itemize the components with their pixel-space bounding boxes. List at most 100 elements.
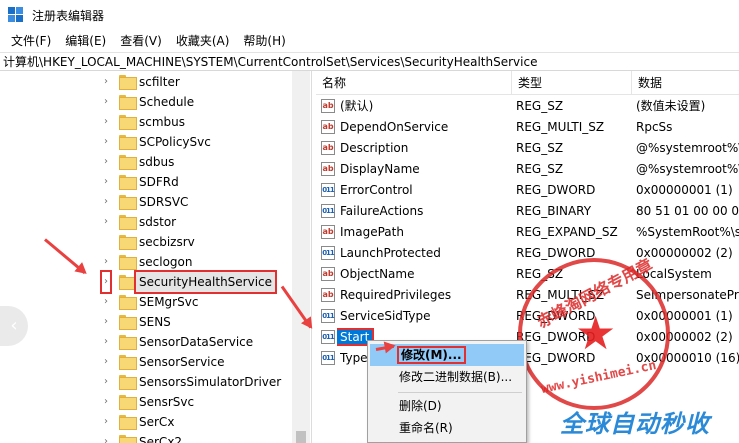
value-name: Type <box>340 351 368 365</box>
ctx-separator <box>398 392 522 393</box>
column-header-data[interactable]: 数据 <box>632 71 739 95</box>
value-type: REG_BINARY <box>516 204 592 218</box>
tree-item[interactable]: › sdbus <box>0 152 292 172</box>
tree-scrollbar-thumb[interactable] <box>296 431 306 443</box>
menu-favorites[interactable]: 收藏夹(A) <box>169 30 237 52</box>
column-header-type[interactable]: 类型 <box>512 71 632 95</box>
string-value-icon: ab <box>321 162 335 176</box>
value-row[interactable]: 011 LaunchProtected REG_DWORD 0x00000002 (2… <box>316 243 739 264</box>
value-name-cell: (默认) <box>340 96 512 117</box>
chevron-right-icon[interactable]: › <box>102 412 110 432</box>
tree-scrollbar[interactable] <box>292 71 310 443</box>
chevron-right-icon[interactable]: › <box>102 332 110 352</box>
tree-item[interactable]: › Schedule <box>0 92 292 112</box>
folder-icon <box>119 75 137 90</box>
menu-view[interactable]: 查看(V) <box>113 30 169 52</box>
ctx-rename[interactable]: 重命名(R) <box>370 417 524 439</box>
column-header-name[interactable]: 名称 <box>316 71 512 95</box>
tree-item[interactable]: › SDFRd <box>0 172 292 192</box>
address-bar[interactable]: 计算机\HKEY_LOCAL_MACHINE\SYSTEM\CurrentCon… <box>0 52 739 71</box>
chevron-right-icon[interactable]: › <box>102 212 110 232</box>
folder-icon <box>119 215 137 230</box>
value-name: ServiceSidType <box>340 309 431 323</box>
chevron-right-icon[interactable]: › <box>102 72 110 92</box>
tree-item-label: SDFRd <box>139 175 179 189</box>
value-row[interactable]: ab (默认) REG_SZ (数值未设置) <box>316 96 739 117</box>
folder-icon <box>119 355 137 370</box>
window-title: 注册表编辑器 <box>32 8 105 23</box>
value-row[interactable]: 011 FailureActions REG_BINARY 80 51 01 00 0… <box>316 201 739 222</box>
value-type: REG_SZ <box>516 141 564 155</box>
tree-item[interactable]: › SerCx2 <box>0 432 292 443</box>
list-header: 名称 类型 数据 <box>316 71 739 95</box>
value-row[interactable]: ab ObjectName REG_SZ LocalSystem <box>316 264 739 285</box>
tree-item[interactable]: › SensorService <box>0 352 292 372</box>
chevron-right-icon[interactable]: › <box>102 292 110 312</box>
value-row[interactable]: 011 ErrorControl REG_DWORD 0x00000001 (1) <box>316 180 739 201</box>
value-row[interactable]: ab DependOnService REG_MULTI_SZ RpcSs <box>316 117 739 138</box>
folder-icon <box>119 135 137 150</box>
chevron-right-icon[interactable]: › <box>102 172 110 192</box>
tree-item[interactable]: › sdstor <box>0 212 292 232</box>
chevron-right-icon[interactable]: › <box>102 432 110 443</box>
tree-item-label: SENS <box>139 315 171 329</box>
value-name-cell: RequiredPrivileges <box>340 285 512 306</box>
tree-item-label: SerCx2 <box>139 435 183 443</box>
chevron-right-icon[interactable]: › <box>102 352 110 372</box>
folder-icon <box>119 315 137 330</box>
stamp-url: www.yishimei.cn <box>539 357 658 398</box>
string-value-icon: ab <box>321 267 335 281</box>
tree-item[interactable]: › scmbus <box>0 112 292 132</box>
chevron-right-icon[interactable]: › <box>102 372 110 392</box>
chevron-right-icon[interactable]: › <box>102 132 110 152</box>
value-name: ImagePath <box>340 225 404 239</box>
folder-icon <box>119 335 137 350</box>
tree-item-label: scmbus <box>139 115 186 129</box>
tree-item[interactable]: › SerCx <box>0 412 292 432</box>
ctx-delete[interactable]: 删除(D) <box>370 395 524 417</box>
tree-item[interactable]: › SCPolicySvc <box>0 132 292 152</box>
menu-edit[interactable]: 编辑(E) <box>58 30 113 52</box>
value-row[interactable]: ab DisplayName REG_SZ @%systemroot%\ <box>316 159 739 180</box>
value-name: LaunchProtected <box>340 246 441 260</box>
chevron-right-icon[interactable]: › <box>102 252 110 272</box>
menu-file[interactable]: 文件(F) <box>4 30 58 52</box>
tree-item[interactable]: › SENS <box>0 312 292 332</box>
value-name-cell: ServiceSidType <box>340 306 512 327</box>
tree-item-label: SerCx <box>139 415 175 429</box>
tree-item[interactable]: secbizsrv <box>0 232 292 252</box>
menu-help[interactable]: 帮助(H) <box>236 30 292 52</box>
value-type: REG_EXPAND_SZ <box>516 225 618 239</box>
chevron-right-icon[interactable]: › <box>100 270 112 294</box>
value-name: FailureActions <box>340 204 424 218</box>
chevron-right-icon[interactable]: › <box>102 392 110 412</box>
value-row[interactable]: ab Description REG_SZ @%systemroot%\ <box>316 138 739 159</box>
folder-icon <box>119 415 137 430</box>
tree-item[interactable]: › SEMgrSvc <box>0 292 292 312</box>
tree-item[interactable]: › SensorsSimulatorDriver <box>0 372 292 392</box>
value-name-cell: DisplayName <box>340 159 512 180</box>
chevron-right-icon[interactable]: › <box>102 112 110 132</box>
chevron-right-icon[interactable]: › <box>102 192 110 212</box>
chevron-right-icon[interactable]: › <box>102 312 110 332</box>
value-name: DependOnService <box>340 120 449 134</box>
chevron-right-icon[interactable]: › <box>102 152 110 172</box>
tree-item[interactable]: › SecurityHealthService <box>0 270 292 294</box>
tree-item[interactable]: › SensorDataService <box>0 332 292 352</box>
binary-value-icon: 011 <box>321 183 335 197</box>
value-data: %SystemRoot%\sy <box>636 225 739 239</box>
chevron-right-icon[interactable]: › <box>102 92 110 112</box>
value-row[interactable]: ab ImagePath REG_EXPAND_SZ %SystemRoot%\sy <box>316 222 739 243</box>
folder-icon <box>119 195 137 210</box>
ctx-modify-binary[interactable]: 修改二进制数据(B)... <box>370 366 524 388</box>
tree-item-label: sdstor <box>139 215 177 229</box>
tree-item-label: scfilter <box>139 75 180 89</box>
context-menu: 修改(M)... 修改二进制数据(B)... 删除(D) 重命名(R) <box>367 340 527 443</box>
tree-item[interactable]: › seclogon <box>0 252 292 272</box>
binary-value-icon: 011 <box>321 246 335 260</box>
tree-item[interactable]: › SDRSVC <box>0 192 292 212</box>
string-value-icon: ab <box>321 225 335 239</box>
tree-item[interactable]: › scfilter <box>0 72 292 92</box>
tree-item[interactable]: › SensrSvc <box>0 392 292 412</box>
value-name-cell: ErrorControl <box>340 180 512 201</box>
